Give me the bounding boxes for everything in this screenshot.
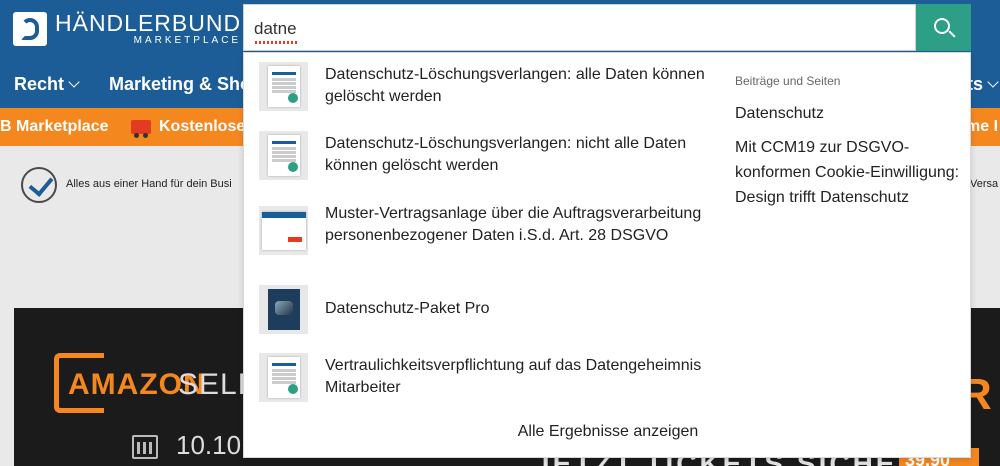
result-title: Datenschutz-Paket Pro [325, 300, 490, 317]
spellcheck-underline [255, 41, 299, 44]
promo-marketplace-label: B Marketplace [0, 118, 109, 135]
trust-text: Alles aus einer Hand für dein Busi [66, 178, 232, 190]
search-results-dropdown: Datenschutz-Löschungsverlangen: alle Dat… [243, 52, 971, 458]
document-thumbnail [259, 353, 308, 402]
document-thumbnail [259, 62, 308, 111]
search-input[interactable] [254, 17, 894, 41]
result-item[interactable]: Datenschutz-Löschungsverlangen: alle Dat… [259, 62, 705, 111]
nav-item-recht[interactable]: Recht [14, 74, 80, 95]
nav-item-marketing[interactable]: Marketing & Sho [109, 74, 251, 95]
logo-text: HÄNDLERBUND MARKETPLACE [55, 11, 241, 46]
promo-shipping-label: Kostenloser [159, 118, 252, 135]
nav-item-label: Marketing & Sho [109, 74, 252, 94]
document-thumbnail [259, 131, 308, 180]
result-item[interactable]: Muster-Vertragsanlage über die Auftragsv… [259, 205, 705, 255]
sidebar-link[interactable]: Datenschutz [735, 101, 960, 126]
sidebar-link[interactable]: Mit CCM19 zur DSGVO-konformen Cookie-Ein… [735, 135, 960, 210]
sidebar-heading: Beiträge und Seiten [735, 74, 841, 88]
result-title: Muster-Vertragsanlage über die Auftragsv… [325, 205, 702, 244]
promo-shipping[interactable]: Kostenloser [131, 118, 252, 138]
result-item[interactable]: Datenschutz-Paket Pro [259, 285, 705, 334]
package-thumbnail [259, 285, 308, 334]
checkmark-icon [21, 167, 57, 203]
search-box [243, 4, 916, 51]
result-title: Datenschutz-Löschungsverlangen: alle Dat… [325, 66, 705, 105]
nav-item-label: Recht [14, 74, 65, 94]
promo-marketplace[interactable]: B Marketplace [0, 118, 109, 136]
book-thumbnail [259, 206, 308, 255]
brand-logo[interactable]: HÄNDLERBUND MARKETPLACE [13, 11, 241, 46]
search-button[interactable] [916, 4, 971, 51]
truck-icon [131, 120, 151, 138]
result-title: Vertraulichkeitsverpflichtung auf das Da… [325, 357, 702, 396]
chevron-down-icon [987, 76, 999, 88]
logo-icon [13, 11, 47, 46]
trust-text-right: Versa [970, 178, 999, 190]
show-all-results-link[interactable]: Alle Ergebnisse anzeigen [244, 423, 972, 441]
search-icon [934, 18, 950, 34]
result-item[interactable]: Vertraulichkeitsverpflichtung auf das Da… [259, 353, 705, 402]
logo-brand-sub: MARKETPLACE [133, 35, 242, 46]
result-item[interactable]: Datenschutz-Löschungsverlangen: nicht al… [259, 131, 705, 180]
calendar-icon [132, 435, 158, 459]
result-title: Datenschutz-Löschungsverlangen: nicht al… [325, 135, 687, 174]
logo-brand-name: HÄNDLERBUND [55, 10, 242, 36]
chevron-down-icon [68, 76, 80, 88]
